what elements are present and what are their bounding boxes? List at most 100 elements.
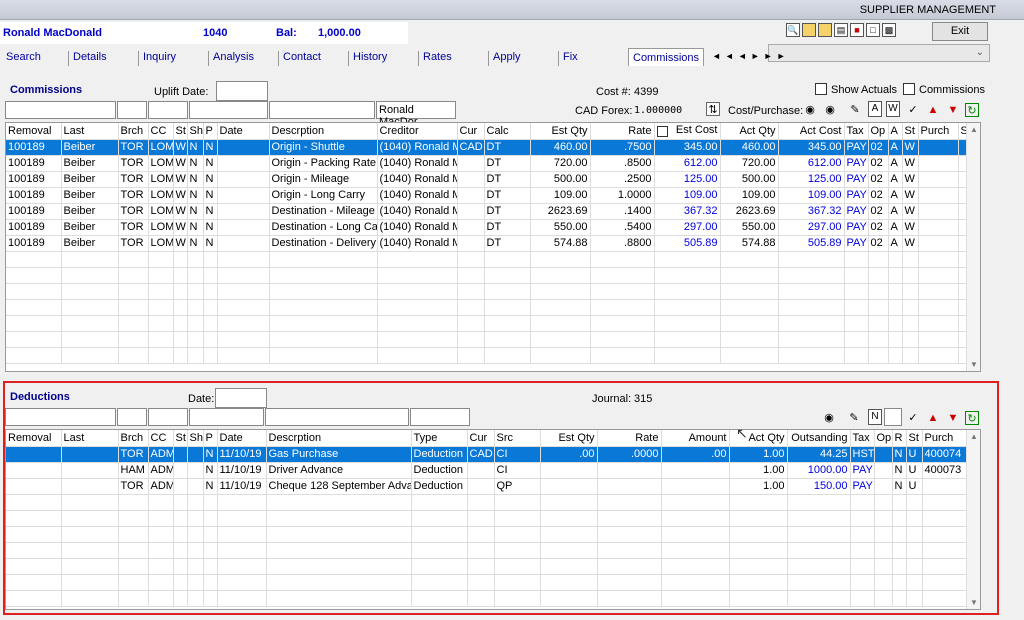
binoculars-icon[interactable]: ◉	[822, 411, 836, 425]
column-header[interactable]: Amount	[661, 430, 730, 447]
column-header[interactable]: Op	[874, 430, 893, 447]
column-header[interactable]: Last	[61, 430, 119, 447]
column-header[interactable]: CC	[148, 430, 174, 447]
exchange-icon[interactable]: ⇅	[706, 102, 720, 116]
show-actuals-checkbox[interactable]	[815, 83, 827, 95]
table-row[interactable]: 100189 Beiber TOR LOM W N N Origin - Long Carry…	[6, 187, 980, 204]
column-header[interactable]: A	[888, 123, 903, 140]
next-record-icon[interactable]: ►	[751, 51, 764, 61]
uplift-date-input[interactable]	[216, 81, 268, 101]
column-header[interactable]: Date	[217, 123, 270, 140]
deduction-filter-type[interactable]	[410, 408, 470, 426]
binoculars-icon[interactable]: ◉	[803, 103, 817, 117]
filter-creditor[interactable]: Ronald MacDor	[376, 101, 456, 128]
tab-analysis[interactable]: Analysis	[208, 51, 254, 66]
deduction-date-input[interactable]	[215, 388, 267, 408]
status-filter-input[interactable]	[884, 408, 902, 426]
column-header[interactable]: Last	[61, 123, 119, 140]
column-header[interactable]: Cur	[457, 123, 485, 140]
deduction-filter-status[interactable]	[189, 408, 264, 426]
table-row[interactable]	[6, 267, 980, 284]
column-header[interactable]: Descrption	[266, 430, 412, 447]
refresh-icon[interactable]: ↻	[965, 411, 979, 425]
column-header[interactable]: Sh	[187, 430, 204, 447]
column-header[interactable]: Creditor	[377, 123, 458, 140]
column-header[interactable]: Act Cost	[778, 123, 845, 140]
commissions-checkbox[interactable]	[903, 83, 915, 95]
move-down-icon[interactable]: ▼	[946, 103, 960, 117]
table-row[interactable]	[6, 542, 980, 559]
refresh-icon[interactable]: ↻	[965, 103, 979, 117]
tab-apply[interactable]: Apply	[488, 51, 521, 66]
move-up-icon[interactable]: ▲	[926, 411, 940, 425]
move-down-icon[interactable]: ▼	[946, 411, 960, 425]
column-header[interactable]: Removal	[6, 430, 62, 447]
column-header[interactable]: St	[902, 123, 919, 140]
table-row[interactable]	[6, 494, 980, 511]
table-row[interactable]: 100189 Beiber TOR LOM W N N Origin - Packing Ra…	[6, 155, 980, 172]
select-all-checkbox[interactable]	[656, 126, 668, 138]
column-header[interactable]: Sh	[187, 123, 204, 140]
status-n-button[interactable]: N	[868, 409, 882, 425]
tab-search[interactable]: Search	[2, 51, 41, 66]
column-header[interactable]: St	[906, 430, 923, 447]
pdf-icon[interactable]: ■	[850, 23, 864, 37]
column-header[interactable]: Date	[217, 430, 267, 447]
table-row[interactable]	[6, 510, 980, 527]
column-header[interactable]: Tax	[850, 430, 875, 447]
table-row[interactable]	[6, 574, 980, 591]
column-header[interactable]: Tax	[844, 123, 869, 140]
filter-cc[interactable]	[148, 101, 188, 119]
table-row[interactable]: 100189 Beiber TOR LOM W N N Destination - Milea…	[6, 203, 980, 220]
column-header[interactable]: P	[203, 430, 218, 447]
print-preview-icon[interactable]: □	[866, 23, 880, 37]
document-icon[interactable]: ▤	[834, 23, 848, 37]
column-header[interactable]: Cur	[467, 430, 495, 447]
table-row[interactable]: 100189 Beiber TOR LOM W N N Destination - Deliv…	[6, 235, 980, 252]
tab-contact[interactable]: Contact	[278, 51, 321, 66]
filter-brch[interactable]	[117, 101, 147, 119]
status-a-button[interactable]: A	[868, 101, 882, 117]
deduction-filter-cc[interactable]	[148, 408, 188, 426]
edit-icon[interactable]: ✎	[847, 411, 861, 425]
deduction-filter-removal[interactable]	[5, 408, 116, 426]
column-header[interactable]: R	[892, 430, 907, 447]
table-row[interactable]: 100189 Beiber TOR LOM W N N Origin - Mileage (10…	[6, 171, 980, 188]
table-row[interactable]: HAM ADM N 11/10/19 Driver Advance Deduction CI…	[6, 462, 980, 479]
tab-rates[interactable]: Rates	[418, 51, 452, 66]
column-header[interactable]: Outsanding	[787, 430, 851, 447]
column-header[interactable]: Est Cost	[654, 123, 721, 140]
deduction-filter-description[interactable]	[265, 408, 409, 426]
move-up-icon[interactable]: ▲	[926, 103, 940, 117]
column-header[interactable]: Est Qty	[540, 430, 598, 447]
tab-history[interactable]: History	[348, 51, 387, 66]
last-record-icon[interactable]: ►►	[764, 51, 790, 61]
search-icon[interactable]: 🔍	[786, 23, 800, 37]
table-row[interactable]	[6, 251, 980, 268]
column-header[interactable]: Est Qty	[530, 123, 591, 140]
column-header[interactable]: Src	[494, 430, 541, 447]
table-row[interactable]	[6, 331, 980, 348]
column-header[interactable]: Op	[868, 123, 889, 140]
tab-details[interactable]: Details	[68, 51, 107, 66]
deduction-filter-brch[interactable]	[117, 408, 147, 426]
previous-record-icon[interactable]: ◄	[738, 51, 751, 61]
column-header[interactable]: St	[173, 123, 188, 140]
column-header[interactable]: Type	[411, 430, 468, 447]
tab-commissions[interactable]: Commissions	[628, 48, 705, 66]
table-row[interactable]: TOR ADM N 11/10/19 Gas Purchase Deduction CAD C…	[6, 446, 980, 463]
column-header[interactable]: P	[203, 123, 218, 140]
filter-status[interactable]	[189, 101, 268, 119]
column-header[interactable]: CC	[148, 123, 174, 140]
column-header[interactable]: Descrption	[269, 123, 378, 140]
column-header[interactable]: St	[173, 430, 188, 447]
table-row[interactable]	[6, 526, 980, 543]
table-row[interactable]: TOR ADM N 11/10/19 Cheque 128 September Adva…	[6, 478, 980, 495]
deductions-scrollbar[interactable]: ▲ ▼	[966, 430, 980, 609]
folder-icon[interactable]	[802, 23, 816, 37]
column-header[interactable]: Purch	[918, 123, 959, 140]
table-row[interactable]	[6, 590, 980, 607]
filter-description[interactable]	[269, 101, 375, 119]
binoculars-icon[interactable]: ◉	[823, 103, 837, 117]
tab-inquiry[interactable]: Inquiry	[138, 51, 176, 66]
